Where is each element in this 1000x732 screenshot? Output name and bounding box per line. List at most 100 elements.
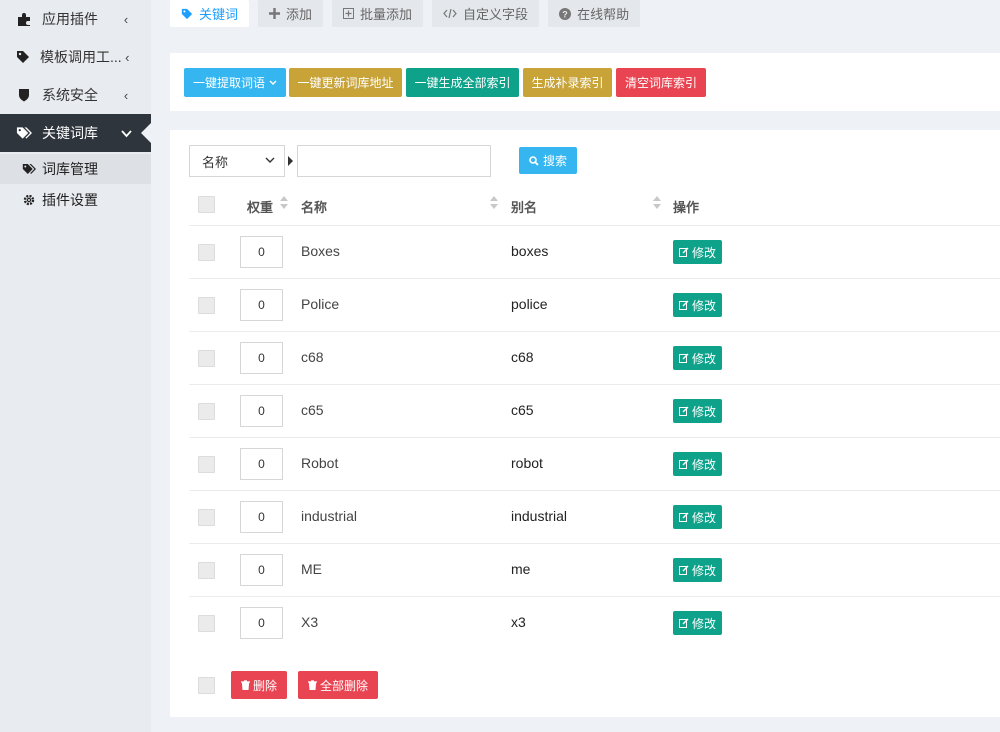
weight-input[interactable]: 0: [240, 607, 283, 639]
sidebar-item-keywords[interactable]: 关键词库: [0, 114, 151, 152]
keyword-name: Police: [301, 296, 340, 312]
sidebar-subitem-plugin-settings[interactable]: 插件设置: [0, 185, 151, 215]
update-library-url-button[interactable]: 一键更新词库地址: [289, 68, 402, 97]
edit-button[interactable]: 修改: [673, 505, 722, 529]
chevron-left-icon: ‹: [123, 87, 129, 103]
footer-select-all-checkbox[interactable]: [198, 677, 215, 694]
search-field-select[interactable]: 名称: [189, 145, 285, 177]
tab-label: 关键词: [199, 7, 239, 22]
keyword-alias: c65: [511, 402, 534, 418]
row-checkbox[interactable]: [198, 350, 215, 367]
row-checkbox[interactable]: [198, 509, 215, 526]
header-name[interactable]: 名称: [301, 197, 327, 216]
tab-label: 自定义字段: [463, 7, 529, 22]
question-circle-icon: ?: [559, 7, 572, 20]
keyword-alias: boxes: [511, 243, 549, 259]
search-input[interactable]: [297, 145, 491, 177]
row-checkbox[interactable]: [198, 244, 215, 261]
keyword-name: X3: [301, 614, 319, 630]
keyword-name: c65: [301, 402, 324, 418]
delete-all-label: 全部删除: [319, 678, 368, 693]
table-row: 0 Police police 修改: [189, 278, 1000, 331]
edit-label: 修改: [691, 563, 716, 578]
clear-library-index-button[interactable]: 清空词库索引: [616, 68, 706, 97]
sort-weight-icon[interactable]: [280, 196, 288, 210]
delete-button[interactable]: 删除: [231, 671, 287, 699]
tag-icon: [181, 8, 193, 20]
action-toolbar: 一键提取词语 一键更新词库地址 一键生成全部索引 生成补录索引 清空词库索引: [170, 53, 1000, 111]
edit-icon: [678, 618, 689, 628]
keyword-name: industrial: [301, 508, 358, 524]
keyword-table-panel: 名称 搜索 权重 名称 别名 操作 0 Boxes boxes 修改 0 Pol…: [170, 130, 1000, 717]
search-field-value: 名称: [202, 154, 229, 170]
svg-text:?: ?: [562, 9, 568, 19]
header-operations: 操作: [673, 200, 700, 215]
weight-input[interactable]: 0: [240, 342, 283, 374]
generate-all-index-button[interactable]: 一键生成全部索引: [406, 68, 519, 97]
tab-label: 批量添加: [360, 7, 413, 22]
edit-button[interactable]: 修改: [673, 293, 722, 317]
edit-label: 修改: [691, 351, 716, 366]
sidebar-subitem-keyword-manage[interactable]: 词库管理: [0, 154, 151, 184]
weight-input[interactable]: 0: [240, 395, 283, 427]
search-button[interactable]: 搜索: [519, 147, 577, 174]
edit-icon: [678, 512, 689, 522]
weight-input[interactable]: 0: [240, 289, 283, 321]
delete-all-button[interactable]: 全部删除: [298, 671, 378, 699]
edit-button[interactable]: 修改: [673, 558, 722, 582]
sidebar: 应用插件 ‹ 模板调用工... ‹ 系统安全 ‹ 关键词库 词库管理 插件设置: [0, 0, 151, 732]
edit-button[interactable]: 修改: [673, 611, 722, 635]
keyword-name: c68: [301, 349, 324, 365]
sidebar-item-plugins[interactable]: 应用插件 ‹: [0, 0, 151, 38]
table-row: 0 c68 c68 修改: [189, 331, 1000, 384]
sidebar-item-label: 应用插件: [42, 11, 98, 27]
edit-label: 修改: [691, 616, 716, 631]
edit-label: 修改: [691, 298, 716, 313]
header-weight[interactable]: 权重: [247, 197, 273, 216]
edit-label: 修改: [691, 510, 716, 525]
row-checkbox[interactable]: [198, 297, 215, 314]
gear-icon: [22, 194, 36, 206]
row-checkbox[interactable]: [198, 562, 215, 579]
tab-keywords[interactable]: 关键词: [170, 0, 250, 27]
tab-online-help[interactable]: ? 在线帮助: [548, 0, 641, 27]
table-row: 0 X3 x3 修改: [189, 596, 1000, 649]
weight-input[interactable]: 0: [240, 448, 283, 480]
tab-add[interactable]: 添加: [258, 0, 324, 27]
caret-right-icon: [288, 156, 293, 166]
header-alias[interactable]: 别名: [511, 197, 537, 216]
row-checkbox[interactable]: [198, 456, 215, 473]
table-row: 0 Robot robot 修改: [189, 437, 1000, 490]
edit-button[interactable]: 修改: [673, 452, 722, 476]
edit-icon: [678, 565, 689, 575]
sort-alias-icon[interactable]: [653, 196, 661, 210]
edit-icon: [678, 406, 689, 416]
tab-label: 在线帮助: [577, 7, 630, 22]
edit-button[interactable]: 修改: [673, 346, 722, 370]
tab-batch-add[interactable]: 批量添加: [332, 0, 424, 27]
row-checkbox[interactable]: [198, 615, 215, 632]
chevron-down-icon: [119, 126, 133, 141]
edit-label: 修改: [691, 457, 716, 472]
sidebar-item-template-tools[interactable]: 模板调用工... ‹: [0, 38, 151, 76]
button-label: 一键更新词库地址: [297, 76, 394, 90]
table-row: 0 industrial industrial 修改: [189, 490, 1000, 543]
table-row: 0 Boxes boxes 修改: [189, 225, 1000, 278]
weight-input[interactable]: 0: [240, 554, 283, 586]
sidebar-item-security[interactable]: 系统安全 ‹: [0, 76, 151, 114]
extract-words-dropdown[interactable]: 一键提取词语: [184, 68, 286, 97]
edit-button[interactable]: 修改: [673, 240, 722, 264]
select-all-checkbox[interactable]: [198, 196, 215, 213]
tab-custom-fields[interactable]: 自定义字段: [432, 0, 540, 27]
edit-icon: [678, 247, 689, 257]
generate-patch-index-button[interactable]: 生成补录索引: [523, 68, 612, 97]
edit-button[interactable]: 修改: [673, 399, 722, 423]
sidebar-subitem-label: 词库管理: [42, 161, 98, 177]
sort-name-icon[interactable]: [490, 196, 498, 210]
weight-input[interactable]: 0: [240, 236, 283, 268]
top-tabs: 关键词 添加 批量添加 自定义字段 ? 在线帮助: [170, 0, 649, 27]
extract-words-label: 一键提取词语: [192, 76, 265, 90]
row-checkbox[interactable]: [198, 403, 215, 420]
chevron-down-icon: [269, 80, 277, 86]
weight-input[interactable]: 0: [240, 501, 283, 533]
